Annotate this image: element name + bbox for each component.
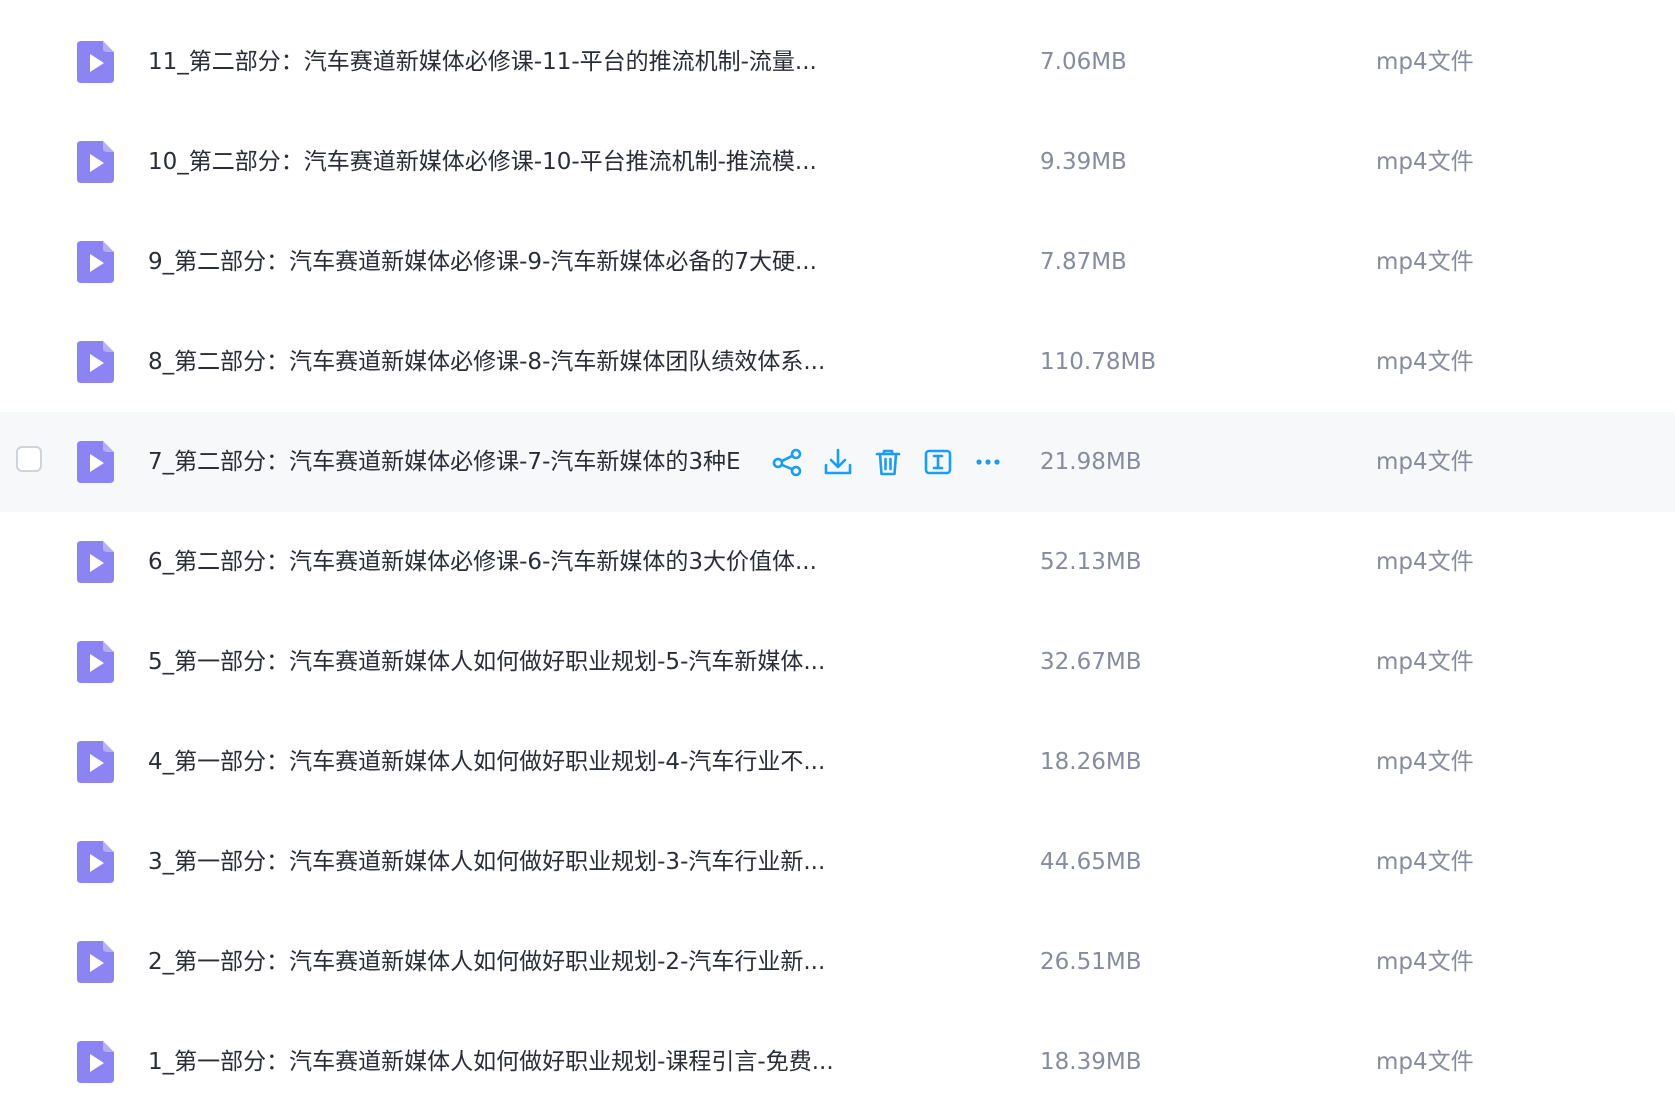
file-type: mp4文件 <box>1376 449 1474 475</box>
file-name[interactable]: 7_第二部分：汽车赛道新媒体必修课-7-汽车新媒体的3种E <box>148 445 760 479</box>
more-icon[interactable] <box>968 442 1008 482</box>
file-name[interactable]: 11_第二部分：汽车赛道新媒体必修课-11-平台的推流机制-流量... <box>148 45 858 79</box>
file-row[interactable]: 9_第二部分：汽车赛道新媒体必修课-9-汽车新媒体必备的7大硬... 7.87MB… <box>0 212 1675 312</box>
share-icon[interactable] <box>768 442 808 482</box>
file-size: 7.06MB <box>1040 49 1127 75</box>
file-size: 26.51MB <box>1040 949 1142 975</box>
file-row[interactable]: 7_第二部分：汽车赛道新媒体必修课-7-汽车新媒体的3种E 21.98MB mp4文… <box>0 412 1675 512</box>
file-type: mp4文件 <box>1376 349 1474 375</box>
file-size: 18.39MB <box>1040 1049 1142 1075</box>
file-size: 18.26MB <box>1040 749 1142 775</box>
file-name[interactable]: 2_第一部分：汽车赛道新媒体人如何做好职业规划-2-汽车行业新... <box>148 945 858 979</box>
file-row[interactable]: 1_第一部分：汽车赛道新媒体人如何做好职业规划-课程引言-免费... 18.39M… <box>0 1012 1675 1112</box>
file-size: 52.13MB <box>1040 549 1142 575</box>
file-name[interactable]: 9_第二部分：汽车赛道新媒体必修课-9-汽车新媒体必备的7大硬... <box>148 245 858 279</box>
file-size: 44.65MB <box>1040 849 1142 875</box>
file-row[interactable]: 2_第一部分：汽车赛道新媒体人如何做好职业规划-2-汽车行业新... 26.51M… <box>0 912 1675 1012</box>
file-size: 21.98MB <box>1040 449 1142 475</box>
file-row[interactable]: 10_第二部分：汽车赛道新媒体必修课-10-平台推流机制-推流模... 9.39M… <box>0 112 1675 212</box>
trash-icon[interactable] <box>868 442 908 482</box>
file-size: 110.78MB <box>1040 349 1157 375</box>
file-type: mp4文件 <box>1376 49 1474 75</box>
file-type: mp4文件 <box>1376 949 1474 975</box>
rename-icon[interactable] <box>918 442 958 482</box>
file-name[interactable]: 3_第一部分：汽车赛道新媒体人如何做好职业规划-3-汽车行业新... <box>148 845 858 879</box>
file-name[interactable]: 5_第一部分：汽车赛道新媒体人如何做好职业规划-5-汽车新媒体... <box>148 645 858 679</box>
file-type: mp4文件 <box>1376 249 1474 275</box>
file-type: mp4文件 <box>1376 149 1474 175</box>
video-file-icon <box>77 341 114 383</box>
file-row[interactable]: 6_第二部分：汽车赛道新媒体必修课-6-汽车新媒体的3大价值体... 52.13M… <box>0 512 1675 612</box>
file-size: 32.67MB <box>1040 649 1142 675</box>
file-name[interactable]: 10_第二部分：汽车赛道新媒体必修课-10-平台推流机制-推流模... <box>148 145 858 179</box>
row-checkbox[interactable] <box>16 446 42 472</box>
file-row[interactable]: 11_第二部分：汽车赛道新媒体必修课-11-平台的推流机制-流量... 7.06M… <box>0 12 1675 112</box>
file-row[interactable]: 4_第一部分：汽车赛道新媒体人如何做好职业规划-4-汽车行业不... 18.26M… <box>0 712 1675 812</box>
file-type: mp4文件 <box>1376 849 1474 875</box>
file-name[interactable]: 4_第一部分：汽车赛道新媒体人如何做好职业规划-4-汽车行业不... <box>148 745 858 779</box>
file-row[interactable]: 3_第一部分：汽车赛道新媒体人如何做好职业规划-3-汽车行业新... 44.65M… <box>0 812 1675 912</box>
download-icon[interactable] <box>818 442 858 482</box>
video-file-icon <box>77 641 114 683</box>
file-name[interactable]: 6_第二部分：汽车赛道新媒体必修课-6-汽车新媒体的3大价值体... <box>148 545 858 579</box>
file-size: 7.87MB <box>1040 249 1127 275</box>
file-type: mp4文件 <box>1376 749 1474 775</box>
file-list: 11_第二部分：汽车赛道新媒体必修课-11-平台的推流机制-流量... 7.06M… <box>0 0 1675 1095</box>
video-file-icon <box>77 1041 114 1083</box>
file-type: mp4文件 <box>1376 1049 1474 1075</box>
video-file-icon <box>77 141 114 183</box>
file-type: mp4文件 <box>1376 549 1474 575</box>
video-file-icon <box>77 41 114 83</box>
video-file-icon <box>77 841 114 883</box>
file-name[interactable]: 8_第二部分：汽车赛道新媒体必修课-8-汽车新媒体团队绩效体系... <box>148 345 858 379</box>
file-row[interactable]: 8_第二部分：汽车赛道新媒体必修课-8-汽车新媒体团队绩效体系... 110.78… <box>0 312 1675 412</box>
file-name[interactable]: 1_第一部分：汽车赛道新媒体人如何做好职业规划-课程引言-免费... <box>148 1045 858 1079</box>
video-file-icon <box>77 441 114 483</box>
file-row[interactable]: 5_第一部分：汽车赛道新媒体人如何做好职业规划-5-汽车新媒体... 32.67M… <box>0 612 1675 712</box>
video-file-icon <box>77 741 114 783</box>
file-size: 9.39MB <box>1040 149 1127 175</box>
video-file-icon <box>77 941 114 983</box>
video-file-icon <box>77 541 114 583</box>
file-type: mp4文件 <box>1376 649 1474 675</box>
video-file-icon <box>77 241 114 283</box>
